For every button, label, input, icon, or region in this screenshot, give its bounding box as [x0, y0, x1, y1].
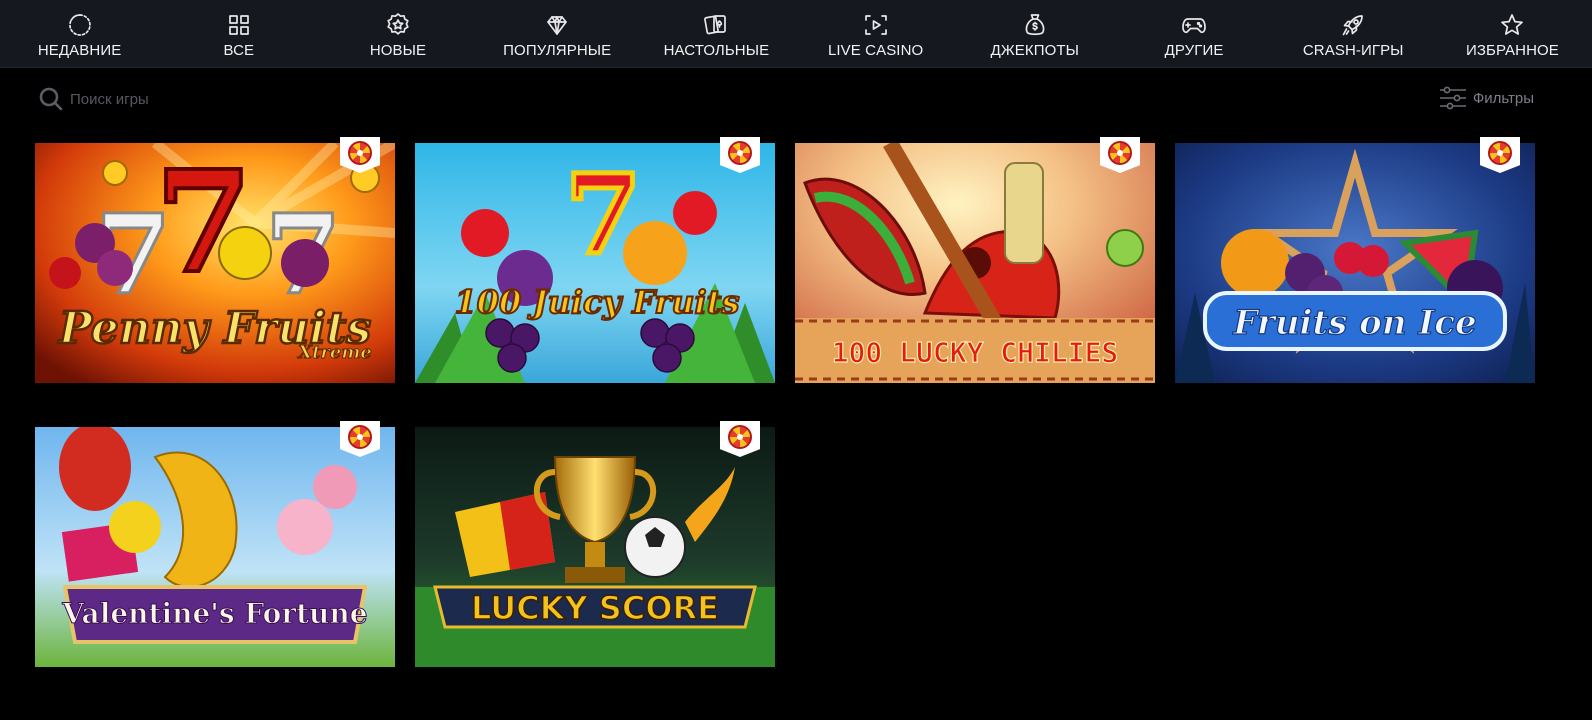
- new-badge-icon: [383, 10, 413, 40]
- star-icon: [1497, 10, 1527, 40]
- game-card[interactable]: LUCKY SCORE: [415, 421, 775, 667]
- game-title: Fruits on Ice: [1232, 303, 1476, 343]
- cards-icon: [701, 10, 731, 40]
- rocket-icon: [1338, 10, 1368, 40]
- nav-item-jackpots[interactable]: ДЖЕКПОТЫ: [955, 0, 1114, 67]
- game-card[interactable]: 7 7 7 Penny Fruits Xtreme: [35, 137, 395, 383]
- nav-item-label: ИЗБРАННОЕ: [1465, 42, 1559, 59]
- nav-item-label: CRASH-ИГРЫ: [1302, 42, 1404, 59]
- live-video-icon: [861, 10, 891, 40]
- game-thumbnail: 7 7 7 Penny Fruits Xtreme: [35, 143, 395, 383]
- nav-item-label: ДЖЕКПОТЫ: [990, 42, 1080, 59]
- game-card[interactable]: 100 LUCKY CHILIES: [795, 137, 1155, 383]
- game-card[interactable]: Valentine's Fortune: [35, 421, 395, 667]
- nav-item-label: LIVE CASINO: [827, 42, 924, 59]
- nav-item-label: ДРУГИЕ: [1164, 42, 1224, 59]
- money-bag-icon: [1020, 10, 1050, 40]
- nav-item-label: НОВЫЕ: [369, 42, 427, 59]
- grid-icon: [224, 10, 254, 40]
- games-grid: 7 7 7 Penny Fruits Xtreme: [35, 137, 1535, 667]
- nav-item-other[interactable]: ДРУГИЕ: [1114, 0, 1273, 67]
- nav-item-recent[interactable]: НЕДАВНИЕ: [0, 0, 159, 67]
- game-subtitle: Xtreme: [297, 342, 372, 363]
- game-thumbnail: 7 100 Juicy Fruits: [415, 143, 775, 383]
- game-thumbnail: LUCKY SCORE: [415, 427, 775, 667]
- nav-item-new[interactable]: НОВЫЕ: [318, 0, 477, 67]
- game-card[interactable]: 7 100 Juicy Fruits: [415, 137, 775, 383]
- gamepad-icon: [1179, 10, 1209, 40]
- filters-button[interactable]: Фильтры: [1438, 84, 1534, 112]
- game-card[interactable]: Fruits on Ice: [1175, 137, 1535, 383]
- nav-item-favorites[interactable]: ИЗБРАННОЕ: [1433, 0, 1592, 67]
- game-title: 100 LUCKY CHILIES: [832, 336, 1119, 369]
- sliders-icon: [1439, 86, 1466, 110]
- filters-label: Фильтры: [1472, 89, 1534, 107]
- game-title: LUCKY SCORE: [471, 589, 719, 627]
- nav-item-label: ПОПУЛЯРНЫЕ: [503, 42, 612, 59]
- search-icon: [39, 87, 63, 111]
- search-bar: [38, 83, 438, 115]
- game-title: 100 Juicy Fruits: [455, 283, 740, 321]
- search-input[interactable]: [70, 90, 390, 108]
- diamond-icon: [542, 10, 572, 40]
- nav-item-popular[interactable]: ПОПУЛЯРНЫЕ: [478, 0, 637, 67]
- nav-item-label: НАСТОЛЬНЫЕ: [663, 42, 770, 59]
- svg-text:7: 7: [565, 150, 642, 279]
- nav-item-table-games[interactable]: НАСТОЛЬНЫЕ: [637, 0, 796, 67]
- recent-icon: [65, 10, 95, 40]
- nav-item-live-casino[interactable]: LIVE CASINO: [796, 0, 955, 67]
- game-thumbnail: 100 LUCKY CHILIES: [795, 143, 1155, 383]
- nav-item-label: ВСЕ: [223, 42, 255, 59]
- nav-item-crash-games[interactable]: CRASH-ИГРЫ: [1274, 0, 1433, 67]
- game-title: Valentine's Fortune: [61, 597, 367, 630]
- nav-item-label: НЕДАВНИЕ: [37, 42, 122, 59]
- category-nav: НЕДАВНИЕ ВСЕ НОВЫЕ ПОПУЛЯРНЫЕ НАСТОЛЬНЫЕ…: [0, 0, 1592, 68]
- game-thumbnail: Valentine's Fortune: [35, 427, 395, 667]
- game-thumbnail: Fruits on Ice: [1175, 143, 1535, 383]
- nav-item-all[interactable]: ВСЕ: [159, 0, 318, 67]
